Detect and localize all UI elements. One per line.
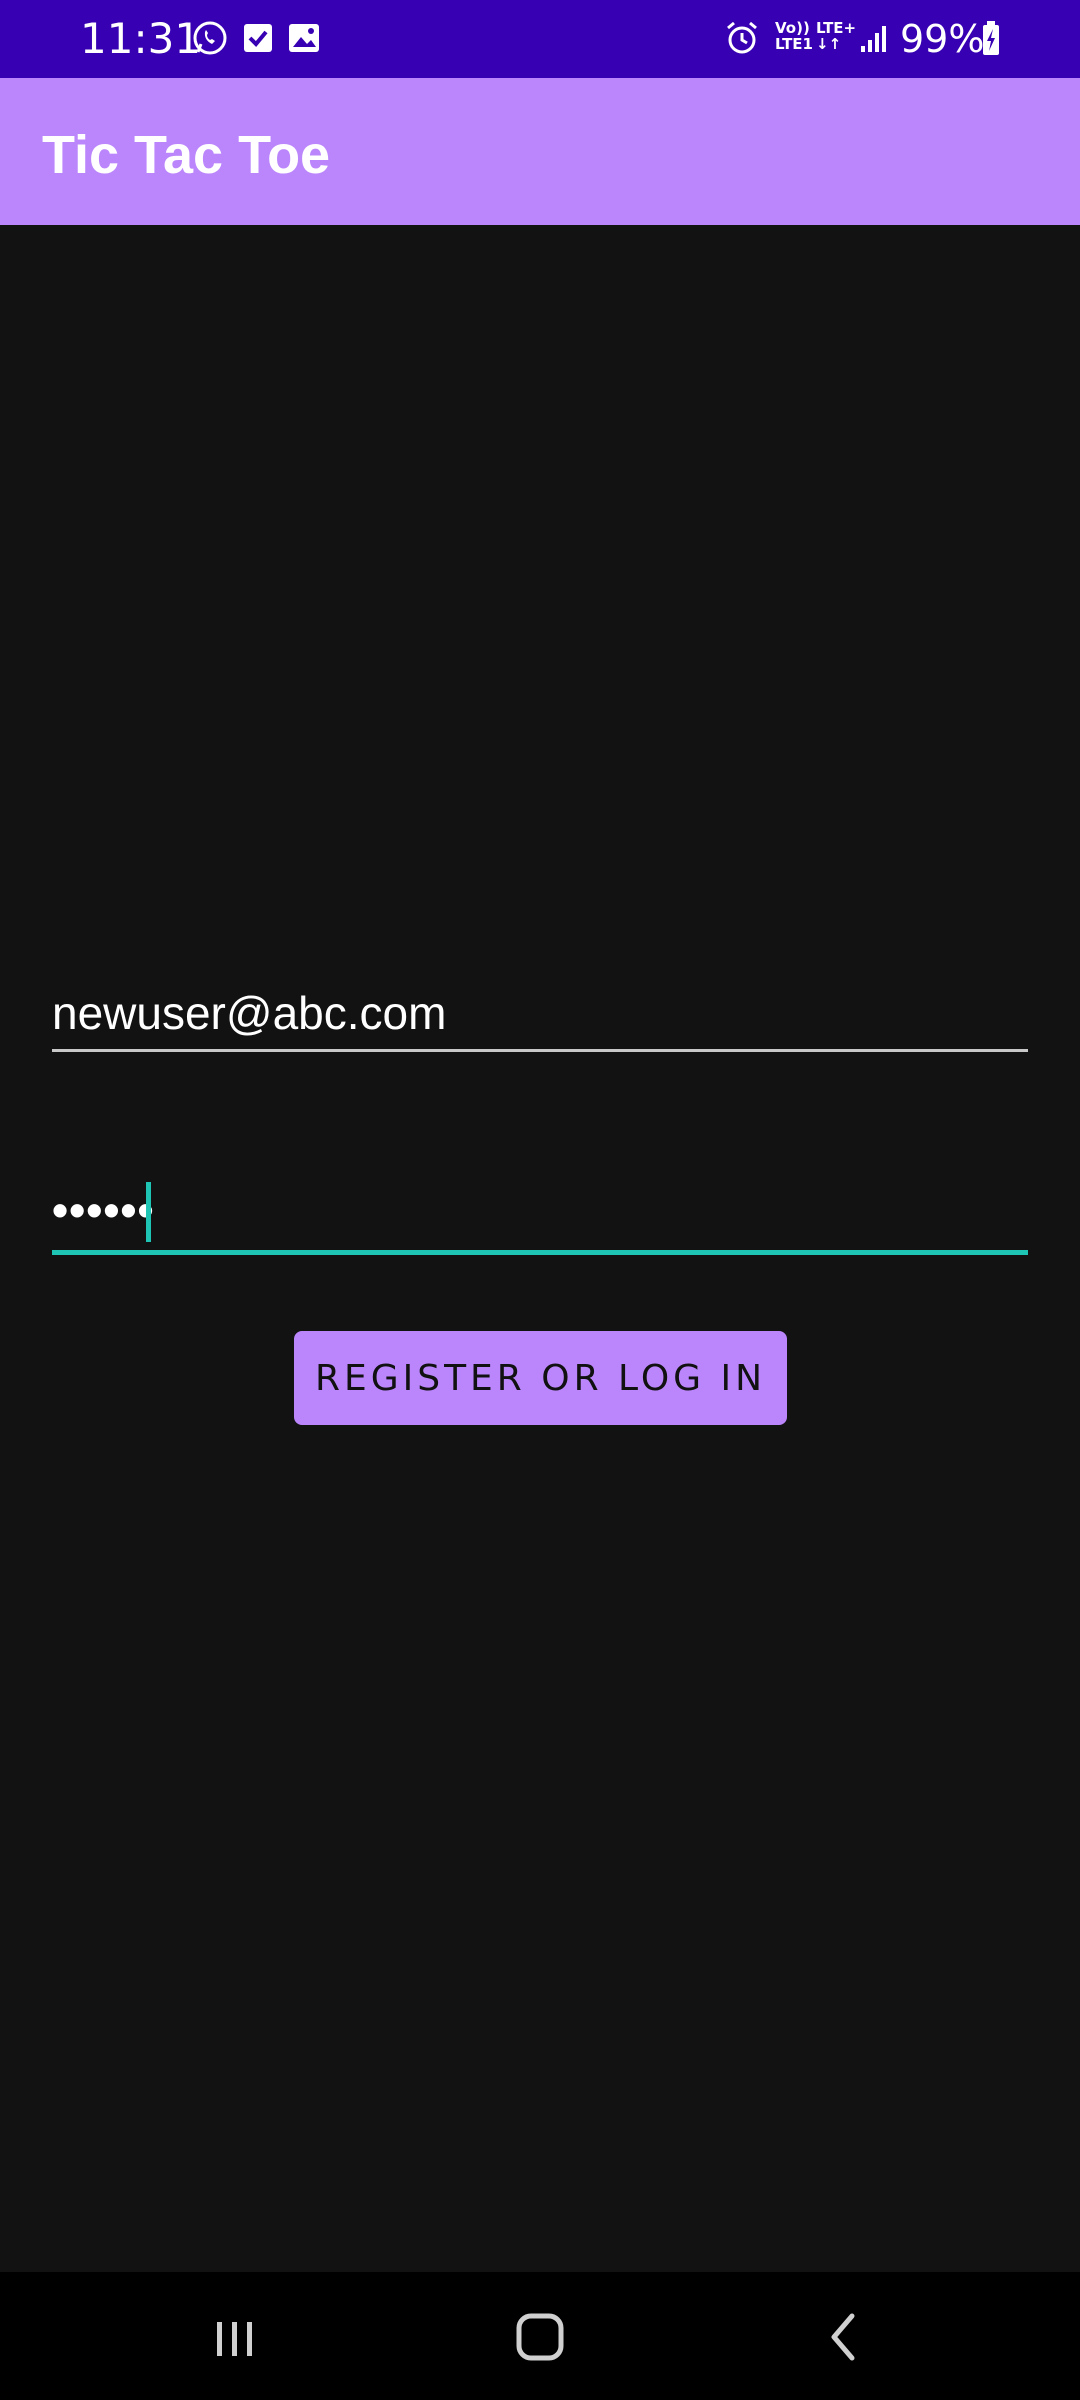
volte-label: Vo)) LTE1 [775, 20, 813, 52]
volte-label-top: Vo)) [775, 19, 810, 37]
navigation-bar [0, 2272, 1080, 2400]
email-field[interactable]: newuser@abc.com [52, 966, 1028, 1052]
image-icon [289, 24, 319, 52]
home-icon[interactable] [505, 2302, 575, 2372]
status-time: 11:31 [80, 14, 202, 63]
whatsapp-icon [193, 21, 227, 55]
lte-text: LTE+ [816, 19, 857, 37]
battery-percent: 99% [900, 17, 985, 61]
recents-icon[interactable] [200, 2302, 270, 2372]
lte-label: LTE+ ↓↑ [816, 20, 856, 52]
text-cursor [146, 1182, 151, 1242]
battery-charging-icon [983, 21, 999, 55]
register-or-login-button[interactable]: REGISTER OR LOG IN [294, 1331, 787, 1425]
email-value: newuser@abc.com [52, 987, 447, 1039]
app-bar: Tic Tac Toe [0, 78, 1080, 225]
checkbox-icon [244, 24, 272, 52]
signal-icon [861, 26, 886, 52]
password-value: •••••• [52, 1184, 155, 1236]
password-field[interactable]: •••••• [52, 1165, 1028, 1255]
back-icon[interactable] [808, 2302, 878, 2372]
app-title: Tic Tac Toe [42, 125, 331, 185]
data-arrows-icon: ↓↑ [816, 35, 842, 53]
volte-label-bottom: LTE1 [775, 35, 813, 53]
status-bar: 11:31 Vo)) LTE1 LTE+ ↓↑ 99% [0, 0, 1080, 78]
alarm-icon [727, 21, 757, 54]
